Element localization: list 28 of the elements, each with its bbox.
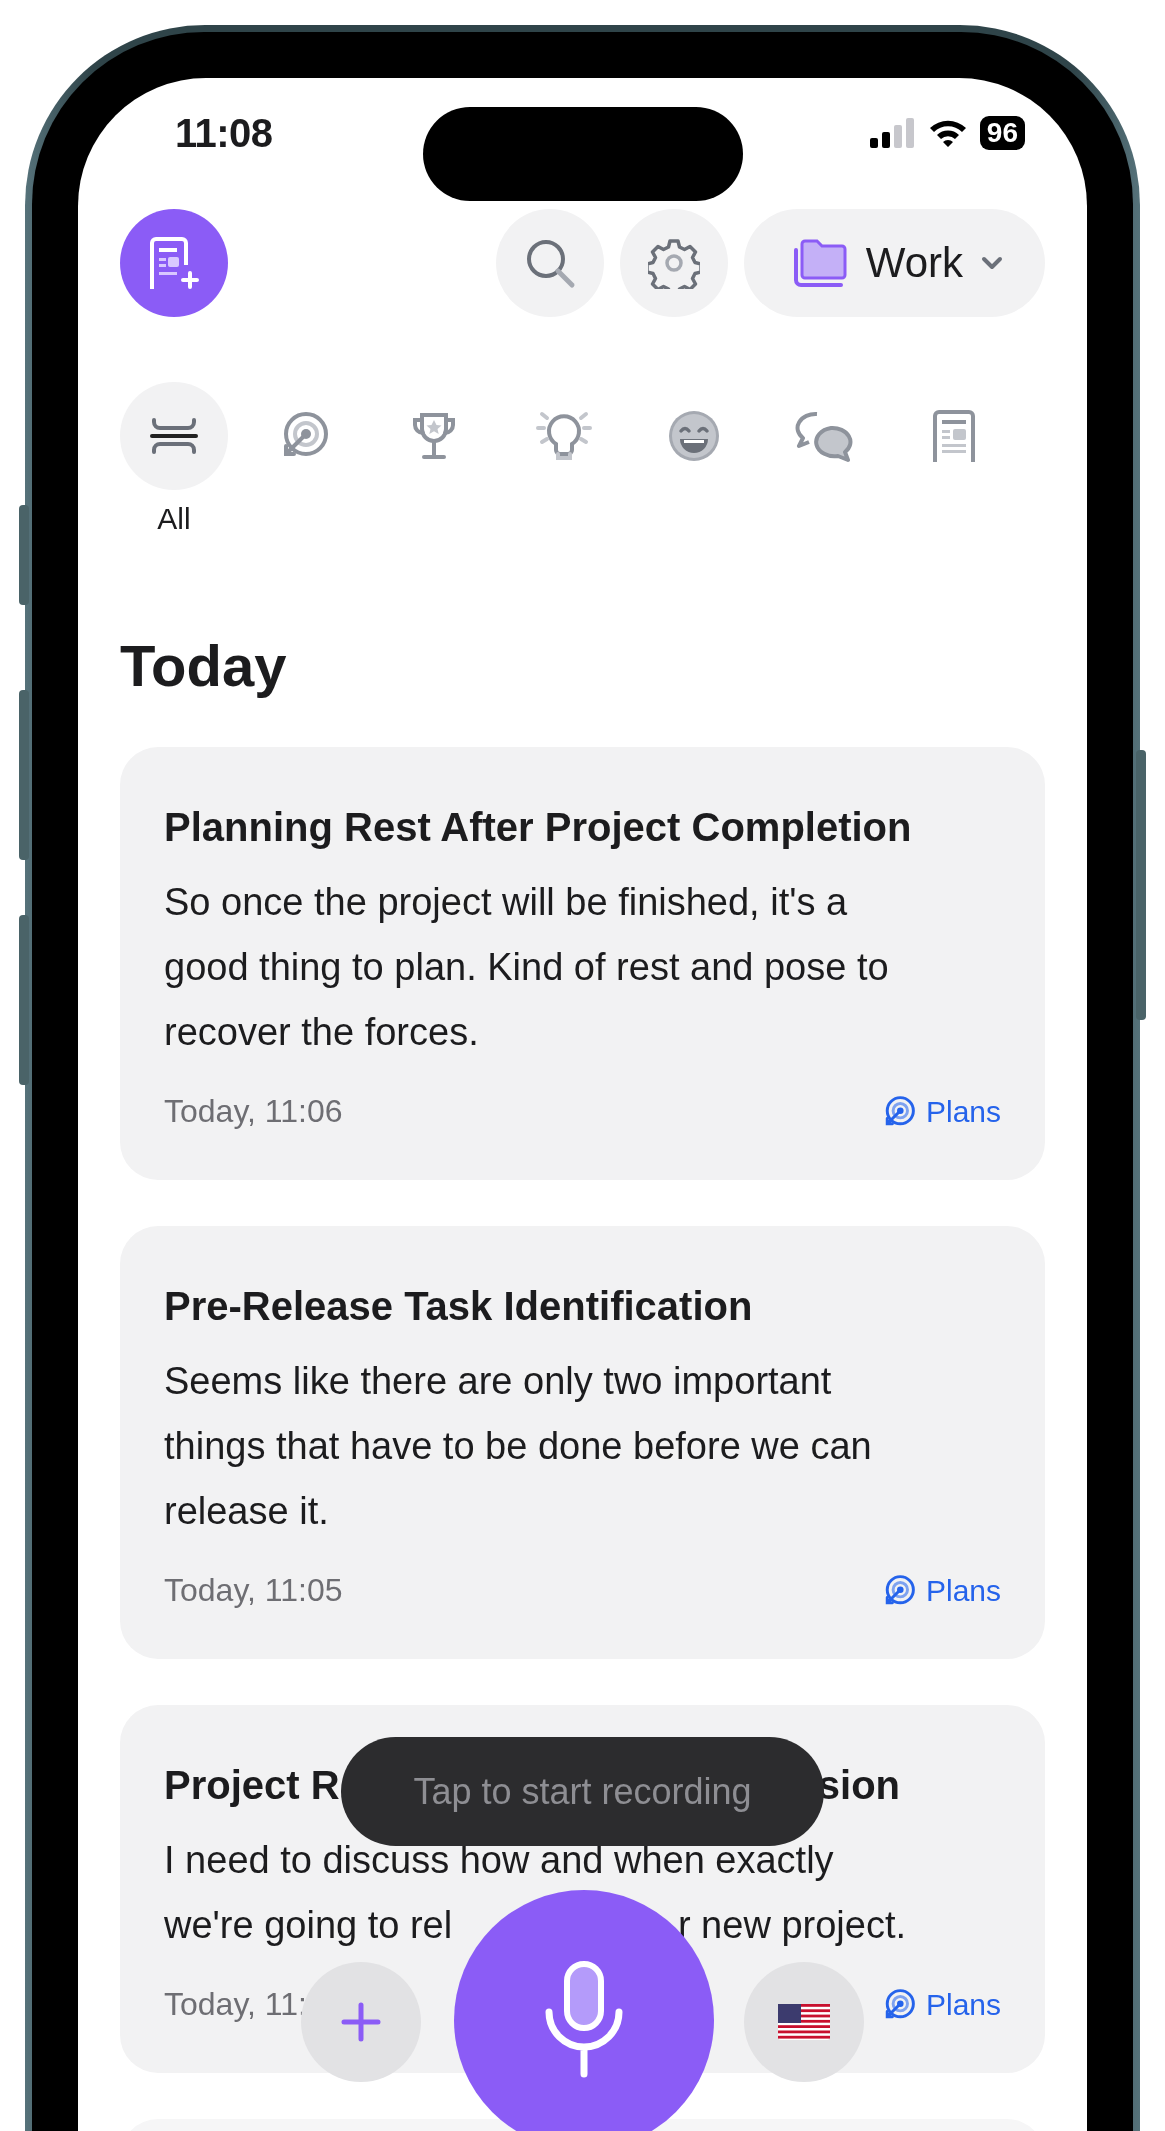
category-tag[interactable]: Plans [881, 1987, 1001, 2022]
battery-level: 96 [979, 116, 1025, 150]
note-text: So once the project will be finished, it's a good thing to plan. Kind of rest and pose to recover the forces. [164, 880, 890, 1055]
note-timestamp: Today, 11: [164, 1986, 307, 2023]
note-title: Planning Rest After Project Completion [164, 804, 912, 851]
settings-icon [647, 237, 700, 289]
category-tag[interactable]: Plans [881, 1094, 1001, 1129]
note-card[interactable]: Pre-Release Task Identification Seems like there are only two important things that have to be done before we can release it. Today, 11:05 Plans [120, 1226, 1045, 1659]
signal-icon [869, 118, 916, 148]
note-text: Seems like there are only two important things that have to be done before we can release it. [164, 1359, 873, 1534]
document-icon [931, 408, 977, 464]
note-timestamp: Today, 11:06 [164, 1093, 343, 1130]
clock: 11:08 [175, 110, 273, 156]
lines-icon [150, 416, 198, 456]
note-title: Project R [164, 1762, 340, 1809]
folder-icon [791, 238, 848, 288]
plus-icon [341, 2002, 381, 2042]
flag-icon [778, 2004, 830, 2040]
smiley-icon [667, 409, 721, 463]
note-timestamp: Today, 11:05 [164, 1572, 343, 1609]
folder-selector[interactable]: Work [743, 209, 1045, 317]
chat-bubbles-icon [795, 410, 853, 462]
section-heading: Today [120, 632, 288, 700]
note-card[interactable]: Planning Rest After Project Completion So once the project will be finished, it's a good thing to plan. Kind of rest and pose to recover the forces. Today, 11:06 Plans [120, 747, 1045, 1180]
note-text: we're going to rel [164, 1903, 453, 1948]
category-tag[interactable]: Plans [881, 1573, 1001, 1608]
note-title: Pre-Release Task Identification [164, 1283, 753, 1330]
chevron-down-icon [981, 256, 1003, 270]
